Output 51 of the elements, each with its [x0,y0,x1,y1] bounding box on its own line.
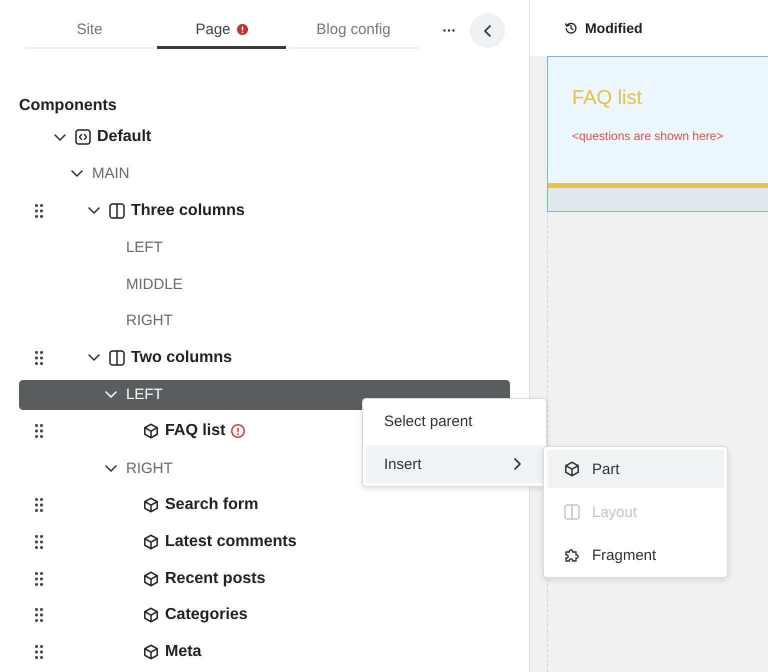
drag-handle-icon[interactable] [35,350,43,365]
tab[interactable]: Site [25,13,154,49]
tab[interactable]: Page [157,13,286,49]
cube-icon [143,644,159,660]
cube-icon [143,607,159,624]
tree-item[interactable]: RIGHT [19,306,510,336]
drag-handle-icon[interactable] [35,608,43,622]
drag-handle-icon[interactable] [35,572,43,586]
chevron-down-icon[interactable] [88,207,100,214]
collapse-button[interactable] [470,13,505,48]
preview-note: <questions are shown here> [572,128,724,144]
chevron-down-icon[interactable] [54,134,66,140]
chevron-down-icon[interactable] [88,354,100,362]
cube-icon [143,423,159,440]
tree-item[interactable]: Latest comments [19,526,510,557]
drag-handle-icon[interactable] [35,424,43,438]
cube-icon [564,461,580,477]
tree-item[interactable]: Two columns [19,342,510,373]
menu-item[interactable]: Part [547,450,724,488]
drag-handle-icon[interactable] [35,498,43,512]
tree-item[interactable]: LEFT [19,232,510,262]
tab[interactable]: Blog config [289,13,418,49]
tree-item[interactable]: Meta [19,637,510,668]
columns-icon [109,202,125,219]
cube-icon [143,570,159,587]
drag-handle-icon[interactable] [35,645,43,660]
chevron-down-icon[interactable] [71,170,83,178]
menu-item[interactable]: Insert [366,445,543,483]
section-title: Components [19,96,117,116]
cube-icon [143,496,159,513]
menu-item[interactable]: Fragment [547,536,724,574]
tree-item[interactable]: MAIN [19,158,510,189]
chevron-left-icon [484,24,491,36]
status-label: Modified [585,20,643,36]
columns-icon [109,350,125,366]
tree-item[interactable]: Three columns [19,196,510,226]
tree-item[interactable]: Search form [19,490,510,520]
history-icon [565,22,577,34]
cube-icon [143,534,159,550]
drag-handle-icon[interactable] [35,204,43,218]
columns-icon [564,504,580,520]
tree-item[interactable]: Categories [19,600,510,630]
puzzle-icon [564,547,580,563]
tree-item[interactable]: Recent posts [19,564,510,594]
chevron-down-icon[interactable] [105,464,117,472]
more-icon [443,28,455,32]
preview-title: FAQ list [572,86,642,111]
drag-handle-icon[interactable] [35,534,43,549]
tree-item[interactable]: Default [19,122,510,152]
tree-item[interactable]: MIDDLE [19,269,510,300]
code-icon [75,129,91,145]
